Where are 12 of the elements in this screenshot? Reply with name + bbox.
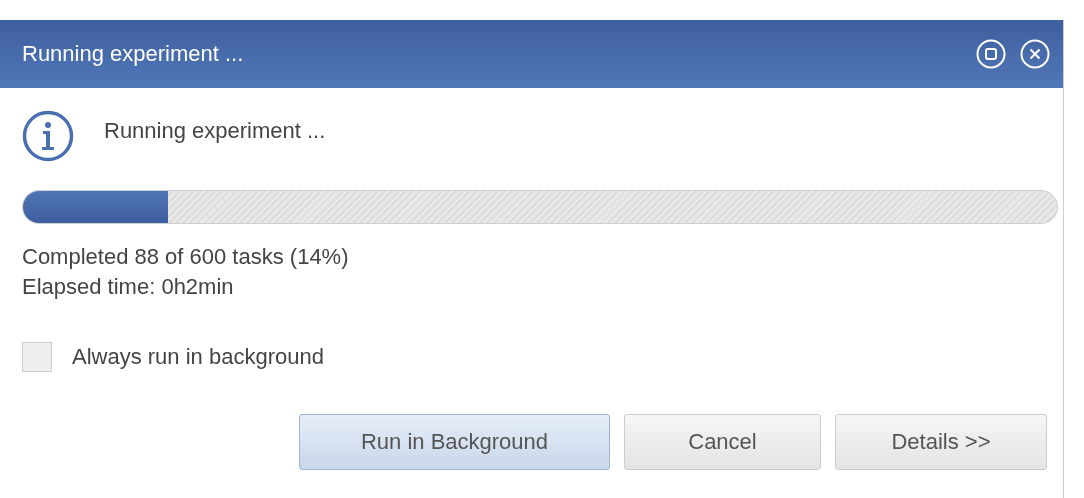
maximize-icon[interactable] (975, 38, 1007, 70)
checkbox[interactable] (22, 342, 52, 372)
checkbox-label: Always run in background (72, 344, 324, 370)
dialog-button[interactable]: Cancel (624, 414, 821, 470)
info-icon (22, 110, 74, 162)
status-text: Elapsed time: 0h2min (22, 273, 235, 301)
close-icon[interactable] (1019, 38, 1051, 70)
window-title: Running experiment ... (22, 41, 244, 67)
status-text: Completed 88 of 600 tasks (14%) (22, 243, 350, 271)
message-text: Running experiment ... (104, 118, 326, 144)
dialog-button[interactable]: Details >> (835, 414, 1047, 470)
dialog-button[interactable]: Run in Background (299, 414, 610, 470)
